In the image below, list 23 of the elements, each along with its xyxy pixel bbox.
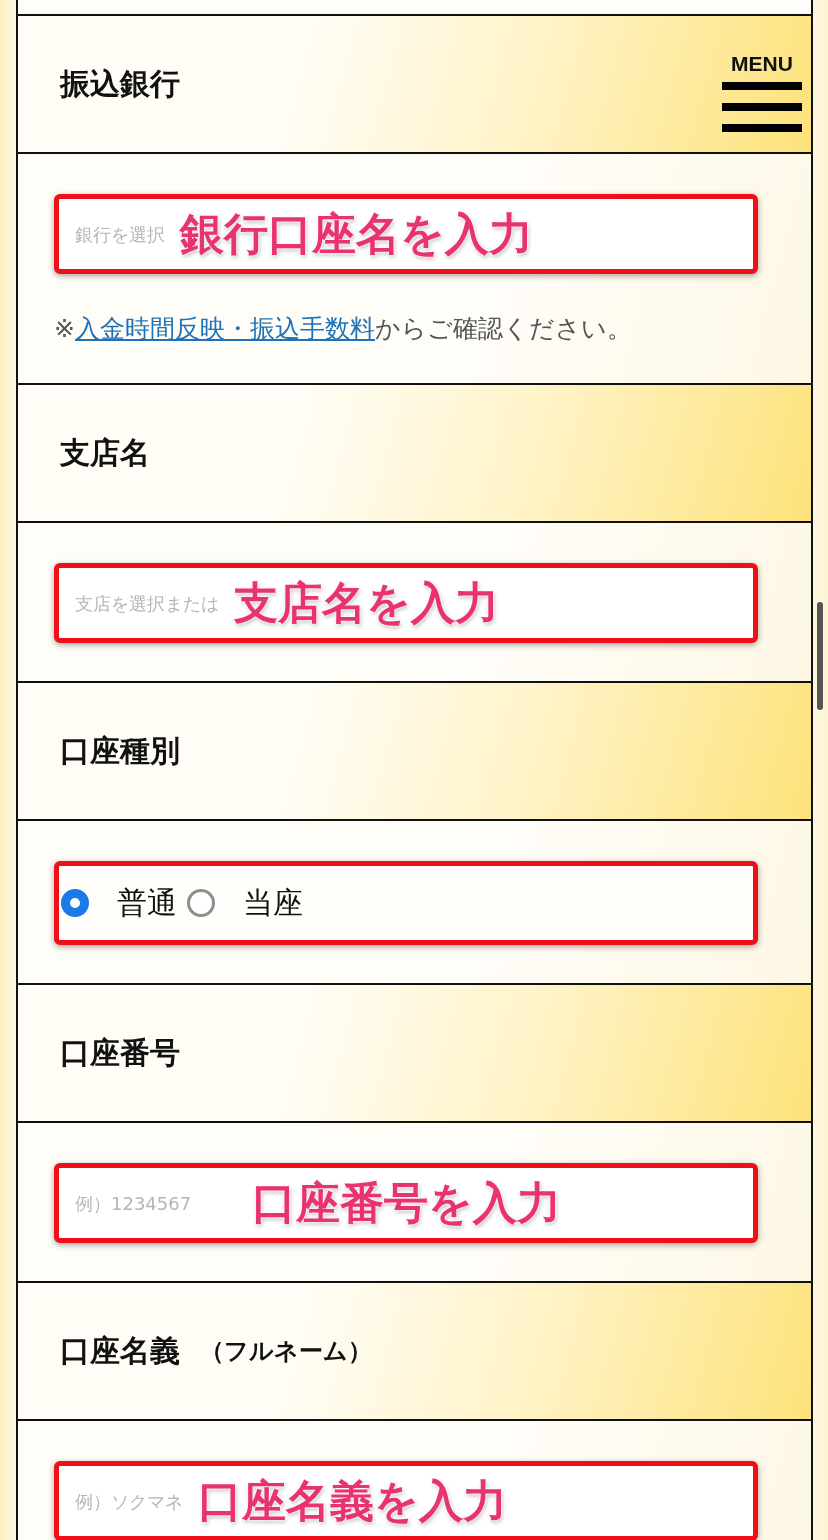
section-heading: 口座番号 [60,1033,180,1072]
menu-icon [722,82,802,132]
input-field[interactable]: 支店を選択または [75,592,227,614]
radio-button[interactable] [187,889,215,917]
annotation-text: 支店名を入力 [234,575,500,630]
heading-note: （フルネーム） [200,1336,372,1367]
section-heading: 支店名 [60,433,150,472]
radio-button[interactable] [61,889,89,917]
scrollbar[interactable] [817,602,823,710]
radio-label[interactable]: 普通 [117,882,177,924]
menu-button[interactable]: MENU [720,52,804,132]
section-heading: 口座名義 [60,1331,180,1370]
section-heading: 振込銀行 [60,64,180,103]
input-field[interactable]: 例）1234567 [75,1192,245,1214]
section-heading: 口座種別 [60,731,180,770]
annotation-text: 口座番号を入力 [252,1175,562,1230]
annotation-text: 口座名義を入力 [198,1473,508,1528]
fees-link[interactable]: 入金時間反映・振込手数料 [74,314,375,343]
radio-label[interactable]: 当座 [243,882,303,924]
input-field[interactable]: 銀行を選択 [75,223,173,245]
note-text: ※入金時間反映・振込手数料からご確認ください。 [54,313,633,345]
input-field[interactable]: 例）ソクマネ [75,1490,191,1512]
annotation-text: 銀行口座名を入力 [180,206,534,261]
